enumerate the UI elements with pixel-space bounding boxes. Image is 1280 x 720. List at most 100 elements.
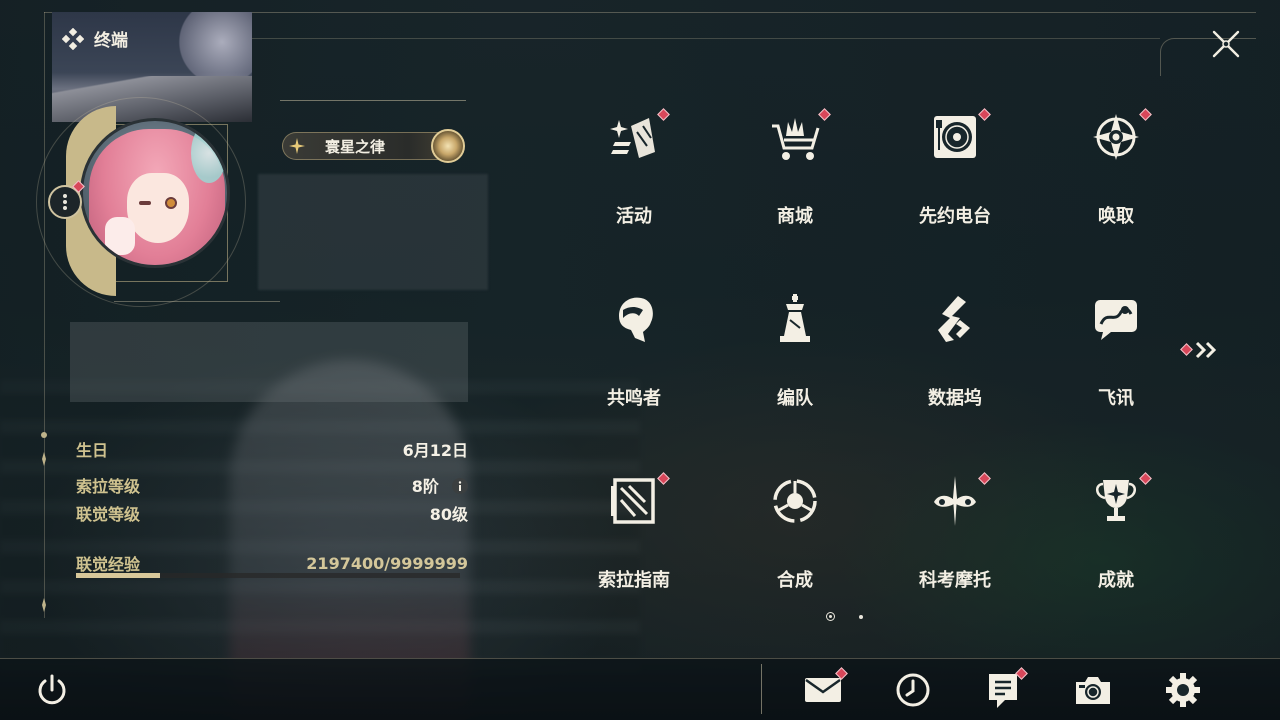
notification-badge — [1139, 108, 1152, 121]
page-dot-1[interactable] — [826, 612, 835, 621]
avatar-eye-closed — [139, 201, 151, 205]
menu-item-synthesis[interactable]: 合成 — [725, 464, 865, 614]
menu-item-label: 共鸣者 — [607, 388, 661, 409]
camera-button[interactable] — [1073, 670, 1113, 710]
guidebook-icon — [611, 478, 655, 524]
menu-item-label: 数据坞 — [928, 388, 982, 409]
stat-value: 8阶 — [411, 477, 439, 496]
menu-item-label: 成就 — [1098, 570, 1134, 591]
name-divider — [280, 100, 466, 101]
clock-button[interactable] — [893, 670, 933, 710]
sparkle-icon — [289, 138, 305, 154]
notification-badge — [657, 108, 670, 121]
notification-badge — [978, 472, 991, 485]
data-dock-icon — [938, 296, 970, 342]
settings-button[interactable] — [1163, 670, 1203, 710]
close-icon — [1212, 30, 1240, 58]
menu-item-label: 飞讯 — [1098, 388, 1134, 409]
resonator-head-icon — [619, 297, 653, 342]
menu-item-label: 先约电台 — [919, 206, 991, 227]
info-icon[interactable] — [452, 478, 468, 494]
page-indicator — [826, 612, 863, 621]
stat-union-level: 联觉等级 80级 — [76, 501, 468, 525]
avatar-hand — [105, 217, 135, 255]
frame-left-line — [44, 12, 45, 618]
stat-label: 联觉经验 — [76, 555, 141, 574]
stat-union-exp: 联觉经验 2197400/9999999 — [76, 551, 468, 575]
title-badge-label: 寰星之律 — [325, 137, 386, 156]
notification-badge — [1139, 472, 1152, 485]
stat-value: 6月12日 — [402, 441, 468, 460]
frame-mark-icon — [42, 452, 46, 466]
menu-item-achievements[interactable]: 成就 — [1046, 464, 1186, 614]
menu-item-resonators[interactable]: 共鸣者 — [564, 282, 704, 432]
double-chevron-right-icon — [1195, 341, 1217, 359]
motorbike-icon — [934, 476, 976, 526]
menu-item-radio[interactable]: 先约电台 — [885, 100, 1025, 250]
exp-progress-bar — [76, 573, 460, 578]
notification-badge — [657, 472, 670, 485]
player-signature-blurred — [70, 322, 468, 402]
menu-item-motorbike[interactable]: 科考摩托 — [885, 464, 1025, 614]
frame-middle-line — [250, 38, 1160, 39]
next-page-button[interactable] — [1180, 338, 1220, 362]
menu-item-label: 科考摩托 — [919, 570, 991, 591]
menu-item-guidebook[interactable]: 索拉指南 — [564, 464, 704, 614]
menu-item-label: 唤取 — [1098, 206, 1134, 227]
menu-item-team[interactable]: 编队 — [725, 282, 865, 432]
exp-progress-fill — [76, 573, 161, 578]
synthesis-icon — [773, 479, 817, 523]
stat-label: 生日 — [76, 441, 109, 460]
avatar-eye-open — [165, 197, 177, 209]
notification-badge — [978, 108, 991, 121]
terminal-header: 终端 — [62, 26, 128, 51]
shop-cart-icon — [772, 118, 820, 160]
notification-badge — [818, 108, 831, 121]
sparkle-events-icon — [610, 118, 655, 158]
bottom-bar-divider — [761, 664, 762, 714]
mail-button[interactable] — [803, 667, 848, 710]
menu-item-data-dock[interactable]: 数据坞 — [885, 282, 1025, 432]
more-dots-icon — [63, 194, 67, 210]
title-badge[interactable]: 寰星之律 — [282, 129, 465, 163]
power-button[interactable] — [32, 670, 72, 710]
settings-gear-icon — [1166, 673, 1200, 707]
stat-birthday: 生日 6月12日 — [76, 437, 468, 461]
menu-item-label: 合成 — [777, 570, 813, 591]
menu-item-messages[interactable]: 飞讯 — [1046, 282, 1186, 432]
avatar[interactable] — [80, 118, 230, 268]
clock-icon — [896, 673, 930, 707]
player-name-blurred — [258, 174, 488, 290]
menu-item-label: 编队 — [777, 388, 813, 409]
avatar-face — [127, 173, 189, 243]
menu-item-label: 商城 — [777, 206, 813, 227]
menu-item-convene[interactable]: 唤取 — [1046, 100, 1186, 250]
stat-label: 索拉等级 — [76, 477, 141, 496]
trophy-icon — [1096, 480, 1136, 521]
camera-icon — [1076, 677, 1110, 704]
menu-item-activities[interactable]: 活动 — [564, 100, 704, 250]
diamond-cluster-icon — [62, 27, 84, 50]
avatar-wing — [191, 123, 227, 183]
menu-item-shop[interactable]: 商城 — [725, 100, 865, 250]
message-chat-icon — [1095, 300, 1137, 340]
page-dot-2[interactable] — [859, 614, 863, 619]
chess-piece-icon — [780, 294, 810, 342]
power-icon — [38, 674, 66, 705]
notice-button[interactable] — [983, 667, 1028, 710]
menu-item-label: 活动 — [616, 206, 652, 227]
close-button[interactable] — [1206, 24, 1246, 64]
medal-icon — [431, 129, 465, 163]
avatar-divider — [114, 301, 280, 302]
menu-item-label: 索拉指南 — [598, 570, 670, 591]
stat-value-group: 8阶 — [412, 473, 468, 497]
radio-turntable-icon — [934, 116, 976, 158]
stat-label: 联觉等级 — [76, 505, 141, 524]
stat-value: 2197400/9999999 — [306, 553, 468, 573]
notification-badge — [1180, 343, 1193, 356]
stat-sola-level: 索拉等级 8阶 — [76, 473, 468, 497]
frame-mark-icon — [42, 598, 46, 612]
page-title: 终端 — [94, 31, 128, 51]
convene-star-icon — [1093, 114, 1139, 160]
frame-mark-icon — [41, 432, 47, 438]
